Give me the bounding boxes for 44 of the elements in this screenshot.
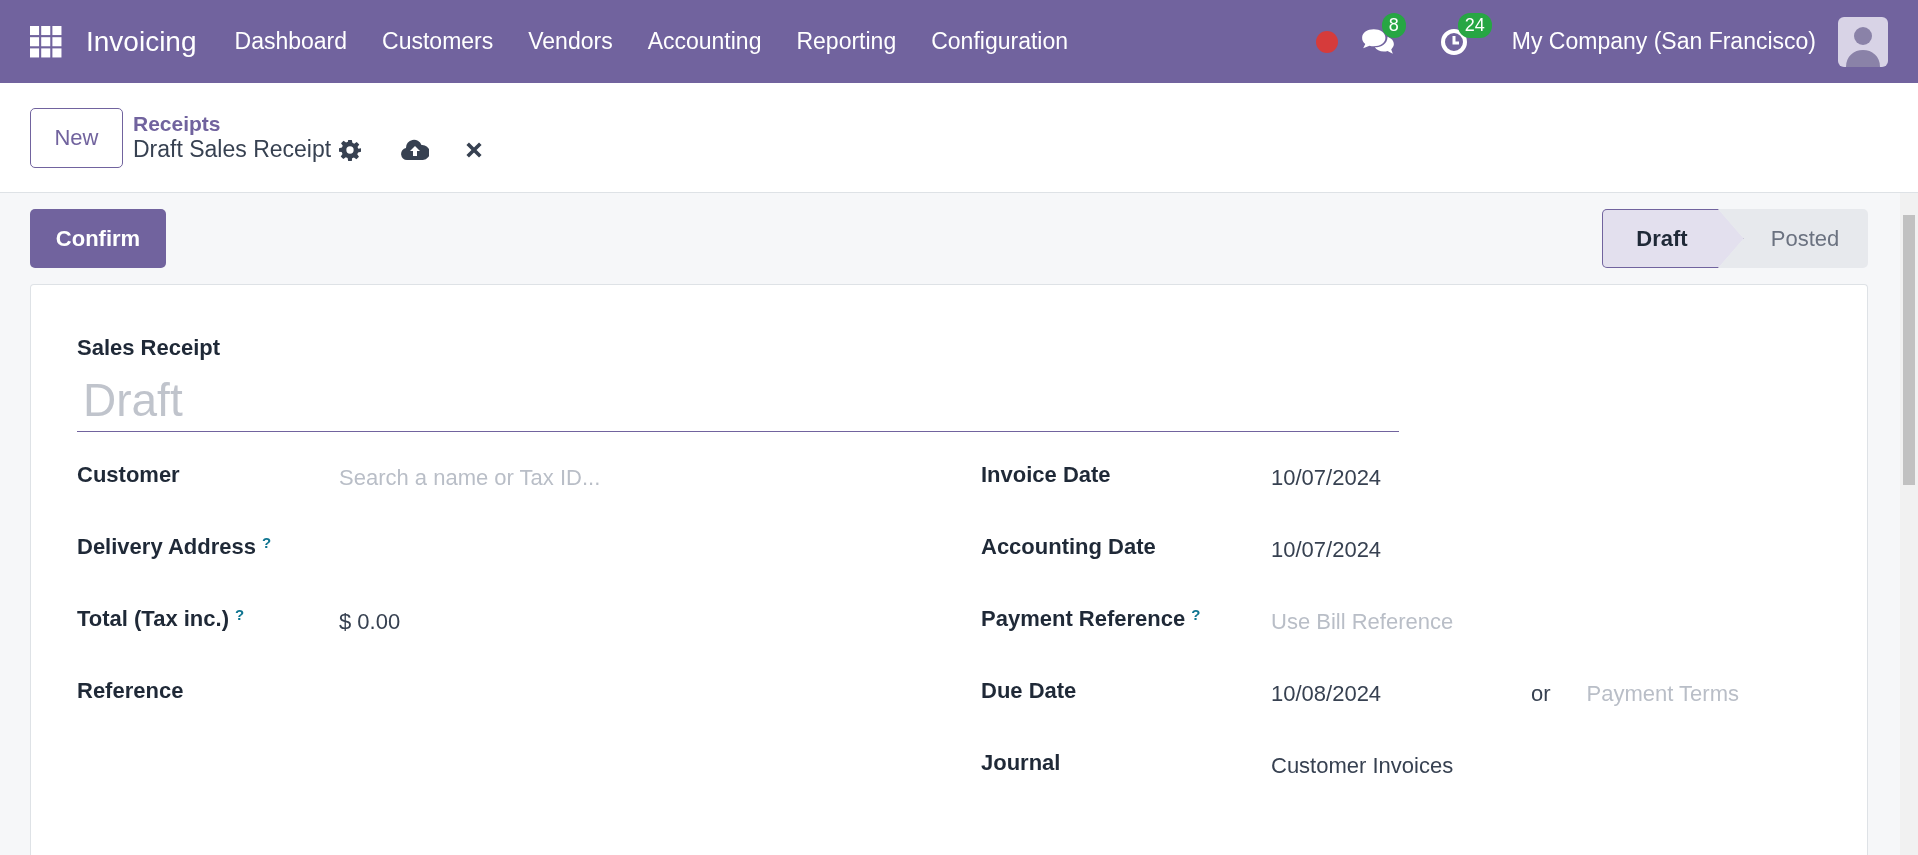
field-label: Journal bbox=[981, 750, 1061, 775]
activities-count: 24 bbox=[1457, 12, 1492, 38]
help-tooltip[interactable]: ? bbox=[1191, 606, 1201, 623]
menu-item[interactable]: Configuration bbox=[931, 28, 1068, 55]
cloud-upload-icon[interactable] bbox=[401, 138, 430, 161]
field-value: $ 0.00 bbox=[339, 608, 401, 635]
input-field[interactable]: Search a name or Tax ID... bbox=[339, 462, 779, 491]
menu-item[interactable]: Vendors bbox=[528, 28, 613, 55]
apps-grid-icon[interactable] bbox=[30, 25, 62, 58]
field-label: Reference bbox=[77, 678, 184, 703]
input-field[interactable]: Use Bill Reference bbox=[1271, 606, 1711, 635]
breadcrumb-link[interactable]: Receipts bbox=[133, 112, 484, 136]
menu-item[interactable]: Customers bbox=[382, 28, 494, 55]
field-label: Accounting Date bbox=[981, 534, 1156, 559]
app-name[interactable]: Invoicing bbox=[86, 25, 197, 58]
status-step[interactable]: Posted bbox=[1718, 209, 1868, 268]
status-step[interactable]: Draft bbox=[1602, 209, 1744, 268]
field-label: Total (Tax inc.) bbox=[77, 606, 229, 632]
confirm-button[interactable]: Confirm bbox=[30, 209, 166, 268]
user-avatar-icon[interactable] bbox=[1838, 16, 1888, 67]
company-switcher[interactable]: My Company (San Francisco) bbox=[1511, 28, 1816, 55]
field-label: Due Date bbox=[981, 678, 1077, 703]
field-label: Customer bbox=[77, 462, 180, 487]
field-label: Delivery Address bbox=[77, 534, 256, 560]
recording-dot-icon[interactable] bbox=[1315, 30, 1338, 53]
field-value[interactable]: Customer Invoices bbox=[1271, 750, 1454, 779]
field-value[interactable]: 10/08/2024 bbox=[1271, 678, 1531, 707]
record-title: Draft Sales Receipt bbox=[133, 136, 332, 163]
messages-count: 8 bbox=[1381, 12, 1406, 38]
help-tooltip[interactable]: ? bbox=[235, 606, 245, 623]
field-label: Sales Receipt bbox=[77, 335, 222, 361]
field-label: Payment Reference bbox=[981, 606, 1186, 632]
field-label: Invoice Date bbox=[981, 462, 1111, 487]
payment-terms-field[interactable]: Payment Terms bbox=[1586, 678, 1797, 707]
field-value[interactable]: 10/07/2024 bbox=[1271, 534, 1382, 563]
help-tooltip[interactable]: ? bbox=[261, 534, 272, 551]
menu-item[interactable]: Dashboard bbox=[234, 28, 348, 55]
field-value[interactable]: 10/07/2024 bbox=[1271, 462, 1382, 491]
new-button[interactable]: New bbox=[30, 107, 123, 168]
or-text: or bbox=[1531, 680, 1551, 707]
scrollbar[interactable] bbox=[1900, 193, 1918, 855]
menu-item[interactable]: Accounting bbox=[647, 28, 762, 55]
menu-item[interactable]: Reporting bbox=[796, 28, 897, 55]
settings-icon[interactable] bbox=[339, 138, 362, 161]
